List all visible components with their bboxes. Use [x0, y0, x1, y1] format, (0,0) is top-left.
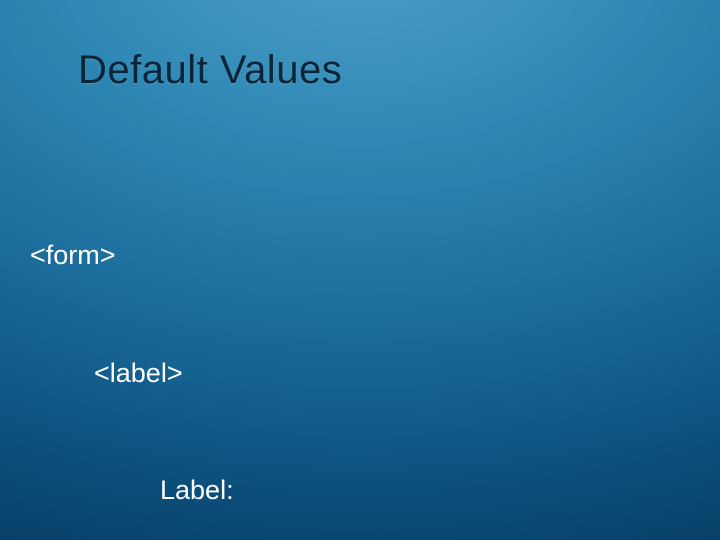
slide: Default Values <form> <label> Label: <in… — [0, 0, 720, 540]
code-block: <form> <label> Label: <input type=text v… — [30, 158, 680, 540]
slide-body: <form> <label> Label: <input type=text v… — [30, 158, 680, 540]
code-line-2: <label> — [30, 354, 680, 393]
code-line-3: Label: — [30, 471, 680, 510]
code-line-1: <form> — [30, 236, 680, 275]
slide-title: Default Values — [78, 48, 342, 93]
